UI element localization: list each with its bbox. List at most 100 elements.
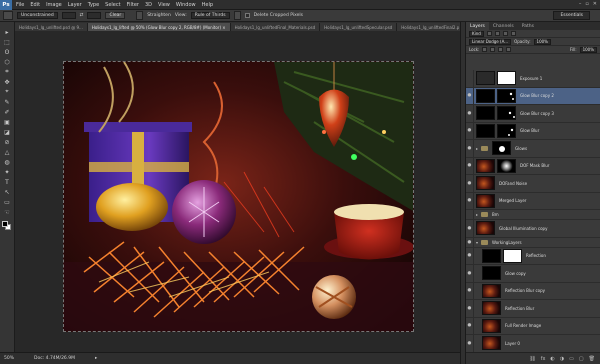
lock-transparency-icon[interactable]: [482, 47, 488, 52]
visibility-toggle-icon[interactable]: ●: [466, 157, 474, 174]
menu-filter[interactable]: Filter: [127, 2, 139, 8]
foreground-color-swatch[interactable]: [2, 221, 8, 227]
layer-filter-kind-select[interactable]: Kind: [469, 30, 484, 37]
visibility-toggle-icon[interactable]: ●: [466, 87, 474, 104]
collapse-arrow-icon[interactable]: ▾: [476, 240, 478, 245]
layer-mask-thumbnail[interactable]: [497, 71, 516, 86]
visibility-toggle-icon[interactable]: ●: [466, 300, 474, 317]
crop-ratio-select[interactable]: Unconstrained: [17, 12, 58, 19]
layer-mask-thumbnail[interactable]: [497, 88, 516, 103]
visibility-toggle-icon[interactable]: ●: [466, 175, 474, 192]
close-icon[interactable]: ✕: [593, 1, 597, 7]
filter-shape-icon[interactable]: [510, 31, 516, 36]
filter-type-icon[interactable]: [502, 31, 508, 36]
layer-mask-thumbnail[interactable]: [497, 158, 516, 173]
move-tool-icon[interactable]: ▸: [2, 28, 12, 36]
layer-mask-thumbnail[interactable]: [492, 141, 512, 156]
clone-stamp-tool-icon[interactable]: ✐: [2, 108, 12, 116]
eraser-tool-icon[interactable]: ◪: [2, 128, 12, 136]
opacity-field[interactable]: 100%: [533, 38, 551, 45]
visibility-toggle-icon[interactable]: ●: [466, 282, 474, 299]
lock-image-icon[interactable]: [490, 47, 496, 52]
layer-row[interactable]: ● Glow Blur: [466, 122, 600, 140]
lock-position-icon[interactable]: [498, 47, 504, 52]
layer-row[interactable]: ● Full Render Image: [466, 317, 600, 335]
menu-3d[interactable]: 3D: [145, 2, 152, 8]
layer-mask-thumbnail[interactable]: [497, 123, 516, 138]
menu-layer[interactable]: Layer: [68, 2, 82, 8]
lock-all-icon[interactable]: [506, 47, 512, 52]
shape-tool-icon[interactable]: ▭: [2, 198, 12, 206]
tab-paths[interactable]: Paths: [518, 22, 538, 30]
visibility-toggle-icon[interactable]: ●: [466, 237, 474, 247]
layer-row[interactable]: ● Reflection Blur copy: [466, 282, 600, 300]
crop-tool-preset-icon[interactable]: [3, 11, 13, 20]
document-tab[interactable]: Holidays1_lg_unlifted.psd @ 9...: [15, 23, 88, 31]
marquee-tool-icon[interactable]: ⬚: [2, 38, 12, 46]
crop-tool-icon[interactable]: ⌗: [2, 68, 12, 76]
crop-width-field[interactable]: [61, 12, 76, 19]
layer-row[interactable]: ● Glow copy: [466, 265, 600, 283]
trash-icon[interactable]: 🗑: [589, 356, 595, 362]
menu-window[interactable]: Window: [176, 2, 196, 8]
path-select-tool-icon[interactable]: ↖: [2, 188, 12, 196]
visibility-toggle-icon[interactable]: ●: [466, 247, 474, 264]
visibility-toggle-icon[interactable]: [466, 210, 474, 219]
layer-row[interactable]: ● Layer 0: [466, 335, 600, 352]
status-menu-arrow-icon[interactable]: ▸: [95, 356, 97, 361]
menu-type[interactable]: Type: [88, 2, 99, 8]
layer-row[interactable]: Exposure 1: [466, 70, 600, 88]
gradient-tool-icon[interactable]: ⊘: [2, 138, 12, 146]
brush-tool-icon[interactable]: ✎: [2, 98, 12, 106]
layer-row[interactable]: ● Merged Layer: [466, 192, 600, 210]
quick-select-tool-icon[interactable]: ⬡: [2, 58, 12, 66]
blend-mode-select[interactable]: Linear Dodge (A...: [469, 38, 512, 45]
layer-style-icon[interactable]: fx: [541, 356, 546, 362]
layer-row[interactable]: ● DOF Mask Blur: [466, 157, 600, 175]
delete-cropped-checkbox[interactable]: [244, 13, 250, 18]
menu-edit[interactable]: Edit: [30, 2, 40, 8]
lasso-tool-icon[interactable]: ʘ: [2, 48, 12, 56]
eyedropper-tool-icon[interactable]: ✥: [2, 78, 12, 86]
menu-image[interactable]: Image: [46, 2, 62, 8]
filter-pixel-icon[interactable]: [486, 31, 492, 36]
pen-tool-icon[interactable]: ✦: [2, 168, 12, 176]
minimize-icon[interactable]: –: [579, 1, 582, 7]
type-tool-icon[interactable]: T: [2, 178, 12, 186]
layer-mask-thumbnail[interactable]: [503, 248, 522, 263]
document-canvas[interactable]: [63, 61, 414, 332]
clear-button[interactable]: Clear: [105, 12, 126, 19]
layer-group-row[interactable]: ▸ Bm: [466, 210, 600, 220]
link-layers-icon[interactable]: ⛓: [529, 356, 535, 362]
expand-arrow-icon[interactable]: ▸: [476, 212, 478, 217]
visibility-toggle-icon[interactable]: ●: [466, 317, 474, 334]
layer-row-selected[interactable]: ● Glow Blur copy 2: [466, 87, 600, 105]
maximize-icon[interactable]: ▫: [585, 1, 588, 7]
layer-row[interactable]: ● Reflection: [466, 247, 600, 265]
new-layer-icon[interactable]: ▢: [579, 356, 584, 362]
layer-row[interactable]: ● Glow Blur copy 3: [466, 105, 600, 123]
visibility-toggle-icon[interactable]: ●: [466, 335, 474, 352]
visibility-toggle-icon[interactable]: [466, 70, 474, 87]
menu-view[interactable]: View: [158, 2, 170, 8]
visibility-toggle-icon[interactable]: ●: [466, 220, 474, 237]
healing-tool-icon[interactable]: ⌖: [2, 88, 12, 96]
zoom-level[interactable]: 50%: [4, 356, 14, 361]
document-tab[interactable]: Holidays1_lg_unliftedFinal_Materials.psd: [230, 23, 321, 31]
document-tab-active[interactable]: Holidays1_lg_lifted @ 50% (Glow Blur cop…: [87, 23, 231, 31]
layer-row[interactable]: ● Global Illumination copy: [466, 220, 600, 238]
layer-row[interactable]: ● DOFand Noise: [466, 175, 600, 193]
menu-file[interactable]: File: [16, 2, 24, 8]
workspace-switcher[interactable]: Essentials: [553, 11, 590, 20]
canvas-workspace[interactable]: [15, 31, 460, 352]
add-mask-icon[interactable]: ◐: [550, 356, 554, 362]
crop-height-field[interactable]: [87, 12, 102, 19]
straighten-icon[interactable]: [136, 11, 144, 20]
filter-adjustment-icon[interactable]: [494, 31, 500, 36]
expand-arrow-icon[interactable]: ▸: [476, 146, 478, 151]
overlay-view-select[interactable]: Rule of Thirds: [190, 12, 230, 19]
tab-layers[interactable]: Layers: [466, 22, 489, 30]
menu-help[interactable]: Help: [202, 2, 213, 8]
new-group-icon[interactable]: ▭: [569, 356, 574, 362]
visibility-toggle-icon[interactable]: ●: [466, 105, 474, 122]
